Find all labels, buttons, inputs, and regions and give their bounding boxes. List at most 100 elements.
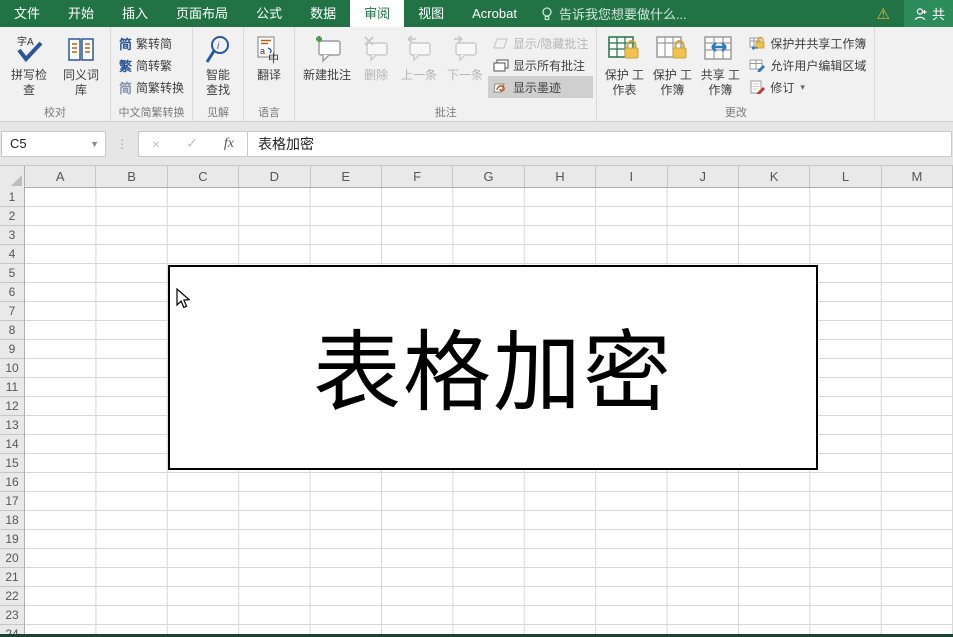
row-header[interactable]: 23 [0, 606, 24, 625]
protect-share-workbook-button[interactable]: 保护并共享工作簿 [744, 32, 871, 54]
ribbon-tab[interactable]: 开始 [54, 0, 108, 27]
convert-button[interactable]: 简 简繁转换 [114, 76, 189, 98]
protect-workbook-button[interactable]: 保护 工作簿 [648, 30, 696, 100]
show-ink-button[interactable]: 显示墨迹 [488, 76, 593, 98]
row-header[interactable]: 4 [0, 245, 24, 264]
delete-comment-button: 删除 [356, 30, 396, 100]
encrypt-title-box[interactable]: 表格加密 [168, 265, 818, 470]
protect-sheet-button[interactable]: 保护 工作表 [600, 30, 648, 100]
share-label: 共 [932, 4, 945, 23]
show-all-comments-button[interactable]: 显示所有批注 [488, 54, 593, 76]
enter-icon[interactable]: ✓ [186, 135, 198, 152]
ribbon-tab[interactable]: 文件 [0, 0, 54, 27]
lightbulb-icon [541, 7, 553, 21]
row-header[interactable]: 14 [0, 435, 24, 454]
column-header[interactable]: M [882, 166, 953, 187]
translate-label: 翻译 [257, 68, 281, 83]
new-comment-button[interactable]: 新建批注 [298, 30, 356, 100]
ribbon-tab[interactable]: Acrobat [458, 0, 531, 27]
allow-edit-ranges-button[interactable]: 允许用户编辑区域 [744, 54, 871, 76]
row-header[interactable]: 6 [0, 283, 24, 302]
name-box-dropdown-icon[interactable]: ▼ [90, 139, 99, 149]
translate-button[interactable]: a中 翻译 [247, 30, 291, 100]
fx-icon[interactable]: fx [224, 136, 234, 152]
track-changes-button[interactable]: 修订 ▾ [744, 76, 871, 98]
thesaurus-button[interactable]: 同义词库 [55, 30, 107, 100]
column-header[interactable]: D [239, 166, 310, 187]
row-header[interactable]: 2 [0, 207, 24, 226]
next-comment-label: 下一条 [447, 68, 483, 83]
column-header[interactable]: E [311, 166, 382, 187]
group-label-comments: 批注 [295, 104, 596, 120]
warning-icon[interactable]: ⚠ [877, 5, 890, 23]
column-header[interactable]: A [25, 166, 96, 187]
ribbon-tab-bar: 文件开始插入页面布局公式数据审阅视图Acrobat 告诉我您想要做什么... ⚠… [0, 0, 953, 27]
row-header[interactable]: 10 [0, 359, 24, 378]
name-box[interactable]: C5 ▼ [1, 131, 106, 157]
row-header[interactable]: 9 [0, 340, 24, 359]
row-header[interactable]: 13 [0, 416, 24, 435]
spell-check-button[interactable]: 字A 拼写检查 [3, 30, 55, 100]
row-header[interactable]: 5 [0, 264, 24, 283]
protect-workbook-label: 保护 工作簿 [652, 68, 692, 98]
row-header[interactable]: 3 [0, 226, 24, 245]
share-button[interactable]: 共 [904, 0, 953, 27]
svg-text:中: 中 [268, 52, 279, 65]
titlebar-right: ⚠ 共 [877, 0, 953, 27]
protect-sheet-icon [607, 32, 641, 68]
ribbon-tab[interactable]: 公式 [242, 0, 296, 27]
translate-icon: a中 [255, 32, 283, 68]
simp-to-trad-label: 简转繁 [136, 57, 172, 74]
column-header[interactable]: L [810, 166, 881, 187]
track-changes-icon [749, 80, 766, 94]
next-comment-button: 下一条 [442, 30, 488, 100]
row-header[interactable]: 22 [0, 587, 24, 606]
ribbon-tab[interactable]: 插入 [108, 0, 162, 27]
row-header[interactable]: 11 [0, 378, 24, 397]
formula-input[interactable]: 表格加密 [248, 131, 952, 157]
column-header[interactable]: J [668, 166, 739, 187]
row-header[interactable]: 17 [0, 492, 24, 511]
row-header[interactable]: 1 [0, 188, 24, 207]
row-header[interactable]: 12 [0, 397, 24, 416]
ribbon-tab[interactable]: 审阅 [350, 0, 404, 27]
row-header[interactable]: 8 [0, 321, 24, 340]
new-comment-label: 新建批注 [303, 68, 351, 83]
row-header[interactable]: 16 [0, 473, 24, 492]
ribbon-tab[interactable]: 页面布局 [162, 0, 242, 27]
row-header[interactable]: 7 [0, 302, 24, 321]
row-header[interactable]: 21 [0, 568, 24, 587]
column-header[interactable]: I [596, 166, 667, 187]
ribbon-tab[interactable]: 视图 [404, 0, 458, 27]
column-header[interactable]: K [739, 166, 810, 187]
row-header[interactable]: 18 [0, 511, 24, 530]
column-header[interactable]: B [96, 166, 167, 187]
convert-icon: 简 [119, 78, 132, 97]
cancel-icon[interactable]: × [152, 136, 160, 152]
group-label-chinese: 中文简繁转换 [111, 104, 192, 120]
share-workbook-button[interactable]: 共享 工作簿 [696, 30, 744, 100]
column-header[interactable]: C [168, 166, 239, 187]
column-header[interactable]: G [453, 166, 524, 187]
row-header[interactable]: 15 [0, 454, 24, 473]
formula-bar: C5 ▼ ⋮ × ✓ fx 表格加密 [0, 122, 953, 166]
tell-me-box[interactable]: 告诉我您想要做什么... [541, 0, 687, 27]
row-header[interactable]: 20 [0, 549, 24, 568]
show-all-comments-icon [493, 59, 509, 72]
group-label-language: 语言 [244, 104, 294, 120]
smart-lookup-button[interactable]: i 智能 查找 [196, 30, 240, 100]
delete-comment-label: 删除 [364, 68, 388, 83]
group-changes: 保护 工作表 保护 工作簿 共享 工作簿 保护并共享工作簿 [597, 27, 875, 121]
encrypt-title-text: 表格加密 [313, 317, 673, 419]
simp-to-trad-button[interactable]: 繁 简转繁 [114, 54, 189, 76]
row-header[interactable]: 19 [0, 530, 24, 549]
trad-to-simp-button[interactable]: 简 繁转简 [114, 32, 189, 54]
show-hide-comment-button: 显示/隐藏批注 [488, 32, 593, 54]
ribbon-tab[interactable]: 数据 [296, 0, 350, 27]
show-hide-comment-label: 显示/隐藏批注 [513, 35, 588, 52]
column-header[interactable]: H [525, 166, 596, 187]
spellcheck-icon: 字A [14, 32, 44, 68]
column-header[interactable]: F [382, 166, 453, 187]
spell-check-label: 拼写检查 [7, 68, 51, 98]
select-all-corner[interactable] [0, 166, 25, 188]
